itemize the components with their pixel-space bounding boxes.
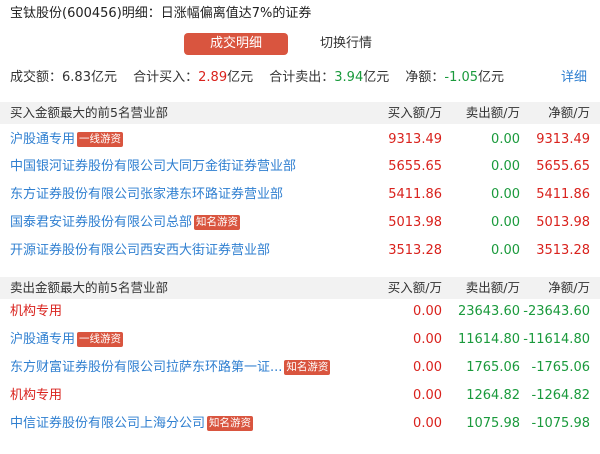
- broker-name-link[interactable]: 国泰君安证券股份有限公司总部 知名游资: [10, 212, 241, 234]
- buy-amount: 9313.49: [388, 132, 442, 147]
- buy-amount: 3513.28: [388, 243, 442, 258]
- broker-name-link[interactable]: 机构专用: [10, 301, 62, 323]
- table-row: 中国银河证券股份有限公司大同万金街证券营业部 5655.65 0.00 5655…: [0, 156, 600, 178]
- sell-amount: 1264.82: [466, 388, 520, 403]
- sell-amount: 1075.98: [466, 416, 520, 431]
- net-label: 净额：: [405, 70, 445, 85]
- volume-unit: 亿元: [90, 70, 117, 85]
- hot-money-tag: 知名游资: [207, 416, 254, 431]
- total-sell-unit: 亿元: [363, 70, 390, 85]
- net-amount: 5013.98: [536, 215, 590, 230]
- table-row: 沪股通专用 一线游资 9313.49 0.00 9313.49: [0, 129, 600, 151]
- net-amount: -1765.06: [531, 360, 590, 375]
- buy-section-title: 买入金额最大的前5名营业部: [10, 105, 168, 120]
- buy-section-header: 买入金额最大的前5名营业部 买入额/万 卖出额/万 净额/万: [0, 102, 600, 124]
- broker-name-link[interactable]: 沪股通专用 一线游资: [10, 329, 124, 351]
- buy-amount: 0.00: [413, 360, 442, 375]
- page-title: 宝钛股份(600456)明细：日涨幅偏离值达7%的证券: [10, 6, 312, 21]
- detail-link[interactable]: 详细: [561, 68, 587, 88]
- table-row: 机构专用 0.00 1264.82 -1264.82: [0, 385, 600, 407]
- broker-name-link[interactable]: 中信证券股份有限公司上海分公司 知名游资: [10, 413, 254, 435]
- hot-money-tag: 一线游资: [77, 132, 124, 147]
- table-row: 东方证券股份有限公司张家港东环路证券营业部 5411.86 0.00 5411.…: [0, 184, 600, 206]
- tab-switch-quote[interactable]: 切换行情: [292, 33, 400, 55]
- hot-money-tag: 知名游资: [194, 215, 241, 230]
- sell-amount: 0.00: [491, 243, 520, 258]
- total-buy-unit: 亿元: [227, 70, 254, 85]
- table-row: 开源证券股份有限公司西安西大街证券营业部 3513.28 0.00 3513.2…: [0, 240, 600, 262]
- sell-amount: 0.00: [491, 215, 520, 230]
- total-sell-value: 3.94: [334, 70, 364, 85]
- buy-amount: 5411.86: [388, 187, 442, 202]
- net-amount: 5655.65: [536, 159, 590, 174]
- net-amount: -1075.98: [531, 416, 590, 431]
- column-header-net: 净额/万: [548, 105, 590, 120]
- sell-section-header: 卖出金额最大的前5名营业部 买入额/万 卖出额/万 净额/万: [0, 277, 600, 299]
- sell-amount: 1765.06: [466, 360, 520, 375]
- buy-amount: 0.00: [413, 388, 442, 403]
- net-amount: -11614.80: [523, 332, 590, 347]
- column-header-buy: 买入额/万: [387, 105, 442, 120]
- net-amount: 9313.49: [536, 132, 590, 147]
- table-row: 机构专用 0.00 23643.60 -23643.60: [0, 301, 600, 323]
- hot-money-tag: 知名游资: [284, 360, 331, 375]
- total-buy-value: 2.89: [198, 70, 228, 85]
- column-header-net: 净额/万: [548, 280, 590, 295]
- tab-bar: 成交明细 切换行情: [184, 33, 400, 55]
- buy-amount: 5655.65: [388, 159, 442, 174]
- total-buy-label: 合计买入：: [133, 70, 199, 85]
- broker-name-link[interactable]: 沪股通专用 一线游资: [10, 129, 124, 151]
- broker-name-link[interactable]: 开源证券股份有限公司西安西大街证券营业部: [10, 240, 270, 262]
- net-amount: 5411.86: [536, 187, 590, 202]
- net-unit: 亿元: [478, 70, 505, 85]
- sell-amount: 0.00: [491, 159, 520, 174]
- tab-trade-detail[interactable]: 成交明细: [184, 33, 288, 55]
- summary-bar: 成交额：6.83亿元 合计买入：2.89亿元 合计卖出：3.94亿元 净额：-1…: [10, 68, 590, 88]
- net-amount: -1264.82: [531, 388, 590, 403]
- column-header-sell: 卖出额/万: [465, 280, 520, 295]
- column-header-sell: 卖出额/万: [465, 105, 520, 120]
- table-row: 国泰君安证券股份有限公司总部 知名游资 5013.98 0.00 5013.98: [0, 212, 600, 234]
- table-row: 中信证券股份有限公司上海分公司 知名游资 0.00 1075.98 -1075.9…: [0, 413, 600, 435]
- sell-section-title: 卖出金额最大的前5名营业部: [10, 280, 168, 295]
- sell-amount: 11614.80: [457, 332, 520, 347]
- buy-amount: 0.00: [413, 304, 442, 319]
- sell-amount: 23643.60: [457, 304, 520, 319]
- net-amount: 3513.28: [536, 243, 590, 258]
- sell-amount: 0.00: [491, 187, 520, 202]
- hot-money-tag: 一线游资: [77, 332, 124, 347]
- broker-name-link[interactable]: 机构专用: [10, 385, 62, 407]
- buy-amount: 5013.98: [388, 215, 442, 230]
- net-amount: -23643.60: [523, 304, 590, 319]
- broker-name-link[interactable]: 东方证券股份有限公司张家港东环路证券营业部: [10, 184, 283, 206]
- table-row: 东方财富证券股份有限公司拉萨东环路第一证... 知名游资 0.00 1765.06…: [0, 357, 600, 379]
- buy-amount: 0.00: [413, 416, 442, 431]
- broker-name-link[interactable]: 中国银河证券股份有限公司大同万金街证券营业部: [10, 156, 296, 178]
- volume-value: 6.83: [62, 70, 91, 85]
- column-header-buy: 买入额/万: [387, 280, 442, 295]
- total-sell-label: 合计卖出：: [269, 70, 335, 85]
- volume-label: 成交额：: [10, 70, 63, 85]
- sell-amount: 0.00: [491, 132, 520, 147]
- table-row: 沪股通专用 一线游资 0.00 11614.80 -11614.80: [0, 329, 600, 351]
- buy-amount: 0.00: [413, 332, 442, 347]
- broker-name-link[interactable]: 东方财富证券股份有限公司拉萨东环路第一证... 知名游资: [10, 357, 331, 379]
- net-value: -1.05: [444, 70, 479, 85]
